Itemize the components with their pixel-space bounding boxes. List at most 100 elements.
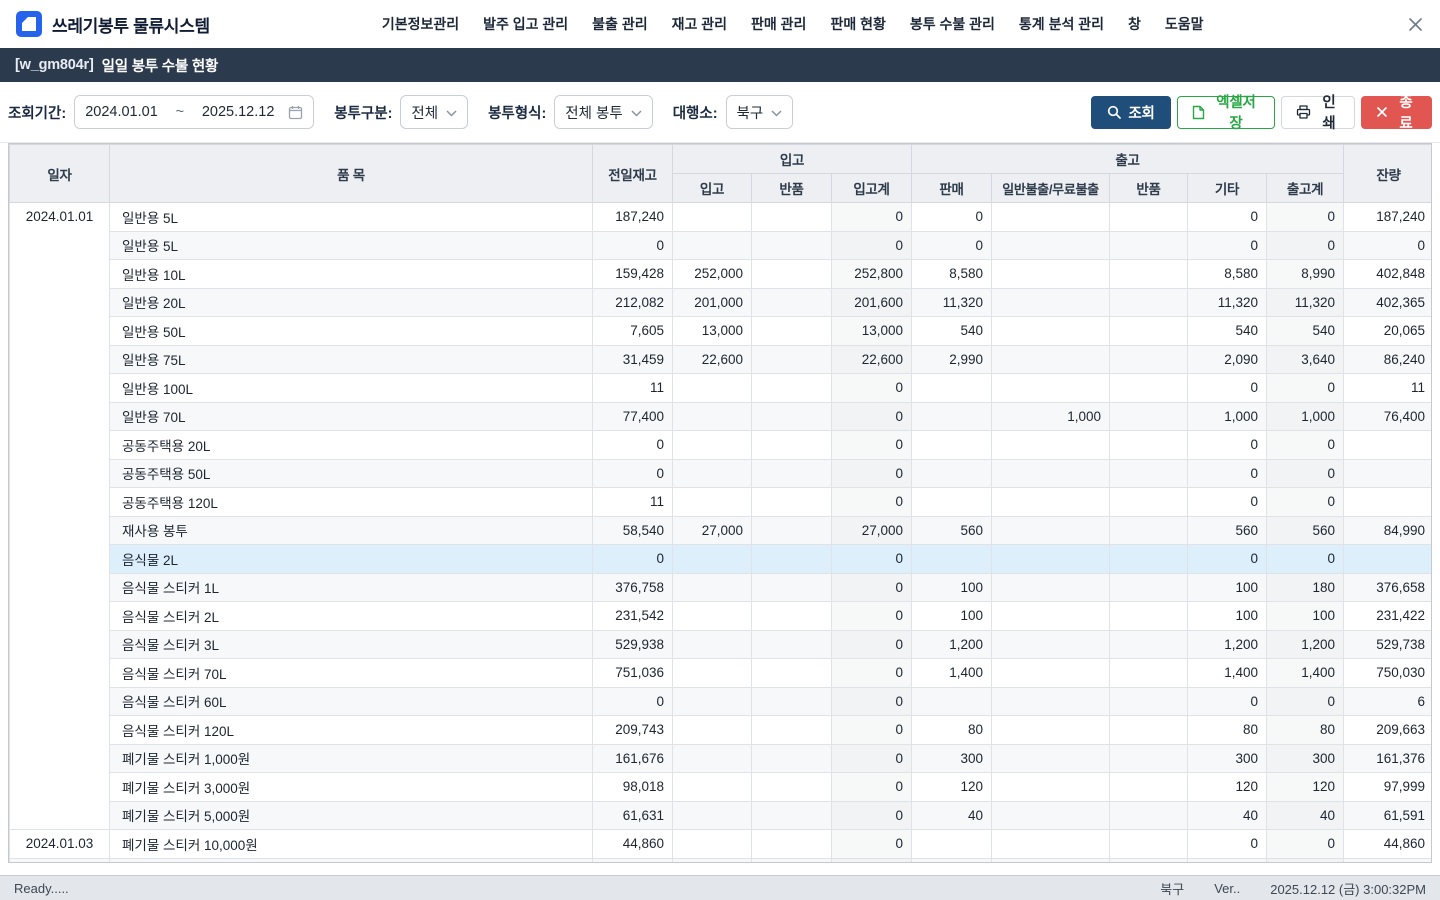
cell-out-total[interactable]: 0 (1267, 545, 1344, 574)
cell-in-return[interactable] (752, 516, 832, 545)
cell-sale[interactable]: 8,580 (912, 260, 992, 289)
cell-out-return[interactable] (1110, 431, 1188, 460)
cell-in-return[interactable] (752, 374, 832, 403)
cell-out-return[interactable] (1110, 630, 1188, 659)
cell-remain[interactable]: 209,663 (1344, 716, 1432, 745)
cell-remain[interactable]: 6 (1344, 687, 1432, 716)
cell-in-return[interactable] (752, 459, 832, 488)
cell-out-total[interactable]: 0 (1267, 687, 1344, 716)
cell-out-total[interactable]: 1,400 (1267, 659, 1344, 688)
cell-out-return[interactable] (1110, 260, 1188, 289)
cell-item[interactable]: 일반용 70L (110, 402, 593, 431)
cell-prev-stock[interactable]: 161,676 (593, 744, 673, 773)
table-row[interactable]: 음식물 스티커 70L751,03601,4001,4001,400750,03… (10, 659, 1433, 688)
cell-remain[interactable] (1344, 858, 1432, 863)
cell-in-total[interactable]: 0 (832, 744, 912, 773)
cell-in[interactable] (673, 602, 752, 631)
cell-item[interactable]: 재사용 봉투 (110, 516, 593, 545)
col-header-etc[interactable]: 기타 (1188, 174, 1267, 203)
cell-item[interactable]: 음식물 스티커 60L (110, 687, 593, 716)
cell-prev-stock[interactable]: 529,938 (593, 630, 673, 659)
cell-sale[interactable]: 540 (912, 317, 992, 346)
cell-etc[interactable] (1188, 858, 1267, 863)
cell-prev-stock[interactable]: 11 (593, 374, 673, 403)
cell-prev-stock[interactable]: 0 (593, 459, 673, 488)
cell-remain[interactable]: 84,990 (1344, 516, 1432, 545)
cell-in[interactable] (673, 203, 752, 232)
cell-prev-stock[interactable]: 31,459 (593, 345, 673, 374)
menu-item-stock[interactable]: 재고 관리 (672, 14, 727, 34)
table-row[interactable]: 공동주택용 20L0000 (10, 431, 1433, 460)
cell-remain[interactable]: 529,738 (1344, 630, 1432, 659)
cell-in[interactable] (673, 716, 752, 745)
cell-in-total[interactable]: 201,600 (832, 288, 912, 317)
cell-in[interactable]: 201,000 (673, 288, 752, 317)
cell-prev-stock[interactable]: 0 (593, 687, 673, 716)
cell-item[interactable]: 폐기물 스티커 1,000원 (110, 744, 593, 773)
cell-etc[interactable]: 1,400 (1188, 659, 1267, 688)
cell-out-total[interactable]: 3,640 (1267, 345, 1344, 374)
table-row[interactable]: 음식물 스티커 2L231,5420100100100231,422 (10, 602, 1433, 631)
cell-remain[interactable]: 86,240 (1344, 345, 1432, 374)
cell-item[interactable]: 일반용 50L (110, 317, 593, 346)
table-row[interactable]: 일반용 20L212,082201,000201,60011,32011,320… (10, 288, 1433, 317)
cell-item[interactable]: 음식물 스티커 3L (110, 630, 593, 659)
menu-item-sales[interactable]: 판매 관리 (751, 14, 806, 34)
cell-out-return[interactable] (1110, 317, 1188, 346)
cell-in-return[interactable] (752, 545, 832, 574)
cell-in-return[interactable] (752, 345, 832, 374)
cell-in-total[interactable]: 27,000 (832, 516, 912, 545)
cell-in-return[interactable] (752, 773, 832, 802)
cell-prev-stock[interactable]: 751,036 (593, 659, 673, 688)
cell-out-total[interactable]: 0 (1267, 203, 1344, 232)
cell-prev-stock[interactable]: 44,860 (593, 830, 673, 859)
cell-out-return[interactable] (1110, 231, 1188, 260)
col-group-outbound[interactable]: 출고 (912, 145, 1344, 174)
table-row[interactable]: 일반용 100L1100011 (10, 374, 1433, 403)
table-row[interactable]: 일반용 50L7,60513,00013,00054054054020,065 (10, 317, 1433, 346)
cell-issue[interactable] (992, 288, 1110, 317)
cell-issue[interactable] (992, 516, 1110, 545)
cell-etc[interactable]: 11,320 (1188, 288, 1267, 317)
cell-issue[interactable] (992, 459, 1110, 488)
cell-out-return[interactable] (1110, 402, 1188, 431)
cell-in-total[interactable]: 0 (832, 374, 912, 403)
cell-etc[interactable]: 0 (1188, 687, 1267, 716)
date-to-value[interactable]: 2025.12.12 (202, 104, 275, 120)
excel-save-button[interactable]: 엑셀저장 (1177, 96, 1275, 129)
cell-remain[interactable]: 20,065 (1344, 317, 1432, 346)
cell-in-return[interactable] (752, 231, 832, 260)
cell-in-return[interactable] (752, 630, 832, 659)
cell-remain[interactable]: 76,400 (1344, 402, 1432, 431)
cell-out-total[interactable]: 8,990 (1267, 260, 1344, 289)
cell-etc[interactable]: 0 (1188, 830, 1267, 859)
col-group-inbound[interactable]: 입고 (673, 145, 912, 174)
cell-in[interactable] (673, 488, 752, 517)
agency-select[interactable]: 북구 (726, 95, 794, 129)
cell-etc[interactable]: 0 (1188, 203, 1267, 232)
col-header-out-total[interactable]: 출고계 (1267, 174, 1344, 203)
cell-out-return[interactable] (1110, 573, 1188, 602)
cell-out-total[interactable]: 1,000 (1267, 402, 1344, 431)
menu-item-window[interactable]: 창 (1128, 14, 1141, 34)
cell-item[interactable]: 폐기물 스티커 10,000원 (110, 830, 593, 859)
cell-remain[interactable] (1344, 488, 1432, 517)
cell-in-return[interactable] (752, 317, 832, 346)
cell-sale[interactable] (912, 459, 992, 488)
cell-in-return[interactable] (752, 260, 832, 289)
cell-in[interactable] (673, 630, 752, 659)
cell-in-return[interactable] (752, 744, 832, 773)
cell-out-total[interactable] (1267, 858, 1344, 863)
cell-in-total[interactable]: 0 (832, 573, 912, 602)
cell-item[interactable] (110, 858, 593, 863)
cell-sale[interactable]: 120 (912, 773, 992, 802)
cell-sale[interactable]: 100 (912, 602, 992, 631)
cell-etc[interactable]: 8,580 (1188, 260, 1267, 289)
cell-prev-stock[interactable]: 209,743 (593, 716, 673, 745)
cell-etc[interactable]: 1,200 (1188, 630, 1267, 659)
cell-etc[interactable]: 0 (1188, 545, 1267, 574)
cell-issue[interactable] (992, 773, 1110, 802)
cell-etc[interactable]: 80 (1188, 716, 1267, 745)
cell-remain[interactable]: 44,860 (1344, 830, 1432, 859)
cell-out-return[interactable] (1110, 858, 1188, 863)
